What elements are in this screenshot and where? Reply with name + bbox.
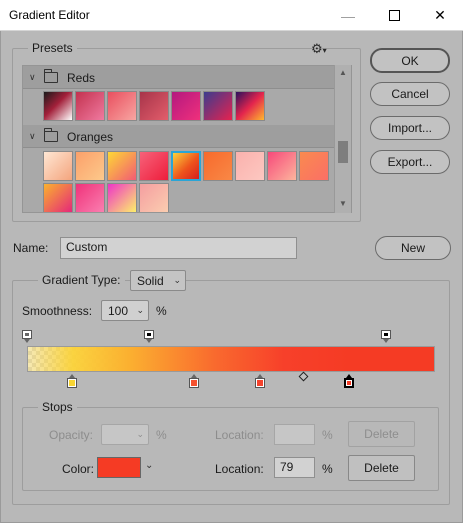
smoothness-value: 100: [108, 303, 129, 318]
presets-list[interactable]: ∨ Reds ∨ Oranges: [22, 65, 352, 213]
import-button[interactable]: Import...: [370, 116, 450, 140]
gradient-type-select[interactable]: Solid ⌄: [130, 270, 186, 291]
preset-swatch[interactable]: [107, 183, 137, 212]
chevron-down-icon[interactable]: ⌄: [136, 305, 144, 316]
smoothness-label: Smoothness:: [22, 304, 93, 318]
preset-swatch[interactable]: [139, 91, 169, 121]
preset-swatch[interactable]: [139, 183, 169, 212]
preset-swatch[interactable]: [43, 183, 73, 212]
title-bar: Gradient Editor — ✕: [0, 0, 463, 31]
preset-swatch[interactable]: [267, 151, 297, 181]
scrollbar-thumb[interactable]: [338, 141, 348, 163]
color-location-field[interactable]: 79: [274, 457, 315, 478]
opacity-field[interactable]: ⌄: [101, 424, 149, 445]
folder-label: Reds: [67, 70, 96, 85]
minimize-icon: —: [341, 7, 355, 24]
preset-swatch[interactable]: [235, 91, 265, 121]
gradient-bar[interactable]: [27, 346, 435, 372]
color-location-label: Location:: [215, 462, 264, 476]
export-button[interactable]: Export...: [370, 150, 450, 174]
preset-swatch[interactable]: [299, 151, 329, 181]
folder-icon: [44, 128, 58, 142]
opacity-location-percent: %: [322, 428, 333, 442]
chevron-down-icon[interactable]: ∨: [29, 131, 39, 142]
color-stop[interactable]: [254, 374, 265, 389]
chevron-down-icon: ⌄: [173, 275, 181, 285]
preset-swatch[interactable]: [171, 91, 201, 121]
stops-legend: Stops: [38, 400, 77, 414]
color-location-percent: %: [322, 462, 333, 476]
preset-swatch[interactable]: [203, 151, 233, 181]
window-title: Gradient Editor: [9, 8, 90, 22]
preset-swatch[interactable]: [235, 151, 265, 181]
minimize-button[interactable]: —: [325, 0, 371, 31]
folder-label: Oranges: [67, 129, 114, 144]
folder-icon: [44, 69, 58, 83]
opacity-stop[interactable]: [22, 330, 32, 343]
color-stop[interactable]: [66, 374, 77, 389]
gradient-type-value: Solid: [137, 273, 164, 288]
preset-swatch[interactable]: [43, 91, 73, 121]
color-stop[interactable]: [189, 374, 200, 389]
chevron-down-icon[interactable]: ∨: [29, 72, 39, 83]
gradient-type-label: Gradient Type:: [38, 273, 125, 287]
scroll-down-icon[interactable]: ▼: [335, 197, 351, 211]
opacity-label: Opacity:: [49, 428, 94, 442]
gear-icon: ⚙: [311, 41, 323, 56]
preset-swatch[interactable]: [203, 91, 233, 121]
scroll-up-icon[interactable]: ▲: [335, 66, 351, 80]
smoothness-field[interactable]: 100 ⌄: [101, 300, 149, 321]
preset-swatch[interactable]: [75, 183, 105, 212]
smoothness-percent: %: [156, 304, 167, 318]
opacity-location-label: Location:: [215, 428, 264, 442]
chevron-down-icon: ⌄: [136, 429, 144, 439]
close-icon: ✕: [434, 7, 446, 23]
maximize-icon: [388, 10, 400, 21]
opacity-percent: %: [156, 428, 167, 442]
opacity-location-field[interactable]: [274, 424, 315, 445]
chevron-down-icon[interactable]: ⌄: [145, 460, 153, 471]
color-swatch[interactable]: [97, 457, 141, 478]
chevron-down-icon: ▾: [322, 46, 327, 55]
preset-folder-reds[interactable]: ∨ Reds: [23, 66, 336, 89]
preset-swatch[interactable]: [171, 151, 201, 181]
color-label: Color:: [62, 462, 95, 476]
presets-scrollbar[interactable]: ▲ ▼: [334, 65, 351, 213]
preset-folder-oranges[interactable]: ∨ Oranges: [23, 125, 336, 148]
presets-legend: Presets: [28, 41, 77, 55]
delete-color-stop-button[interactable]: Delete: [348, 455, 415, 481]
gradient-preview: [28, 347, 434, 371]
name-field[interactable]: Custom: [60, 237, 297, 259]
preset-swatch[interactable]: [107, 151, 137, 181]
maximize-button[interactable]: [371, 0, 417, 31]
name-label: Name:: [13, 241, 49, 255]
preset-swatch[interactable]: [75, 151, 105, 181]
delete-opacity-stop-button[interactable]: Delete: [348, 421, 415, 447]
presets-settings-button[interactable]: ⚙▾: [311, 41, 327, 57]
new-button[interactable]: New: [375, 236, 451, 260]
cancel-button[interactable]: Cancel: [370, 82, 450, 106]
color-stop[interactable]: [344, 374, 355, 389]
preset-swatch[interactable]: [43, 151, 73, 181]
preset-swatch[interactable]: [139, 151, 169, 181]
opacity-stop[interactable]: [144, 330, 155, 343]
ok-button[interactable]: OK: [370, 48, 450, 73]
preset-swatch[interactable]: [75, 91, 105, 121]
opacity-stop[interactable]: [381, 330, 392, 343]
close-button[interactable]: ✕: [417, 0, 463, 31]
preset-swatch[interactable]: [107, 91, 137, 121]
